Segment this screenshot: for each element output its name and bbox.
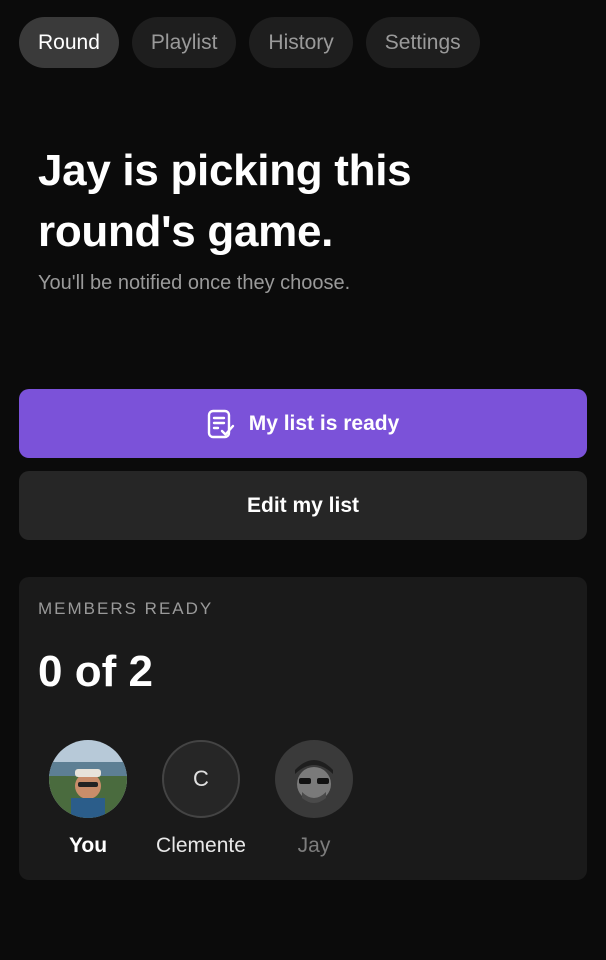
page-title: Jay is picking this round's game. xyxy=(38,146,412,256)
avatar xyxy=(49,740,127,818)
checklist-icon xyxy=(207,409,235,439)
members-ready-card: MEMBERS READY 0 of 2 You C Clemente Jay xyxy=(19,577,587,880)
members-ready-label: MEMBERS READY xyxy=(38,599,214,618)
tab-round[interactable]: Round xyxy=(19,17,119,68)
edit-list-button[interactable]: Edit my list xyxy=(19,471,587,540)
tab-settings[interactable]: Settings xyxy=(365,17,480,68)
member-clemente[interactable]: C Clemente xyxy=(141,740,261,858)
avatar xyxy=(275,740,353,818)
members-ready-count: 0 of 2 xyxy=(38,647,153,696)
member-name: You xyxy=(68,834,108,857)
edit-list-label: Edit my list xyxy=(246,493,360,517)
tab-bar: Round Playlist History Settings xyxy=(19,17,480,68)
member-jay[interactable]: Jay xyxy=(254,740,374,858)
member-you[interactable]: You xyxy=(28,740,148,858)
tab-playlist[interactable]: Playlist xyxy=(131,17,237,68)
list-ready-label: My list is ready xyxy=(248,411,400,435)
page-subtitle: You'll be notified once they choose. xyxy=(38,272,351,294)
member-name: Jay xyxy=(297,834,331,857)
member-name: Clemente xyxy=(156,834,246,857)
list-ready-button[interactable]: My list is ready xyxy=(19,389,587,458)
tab-history[interactable]: History xyxy=(249,17,353,68)
avatar: C xyxy=(162,740,240,818)
